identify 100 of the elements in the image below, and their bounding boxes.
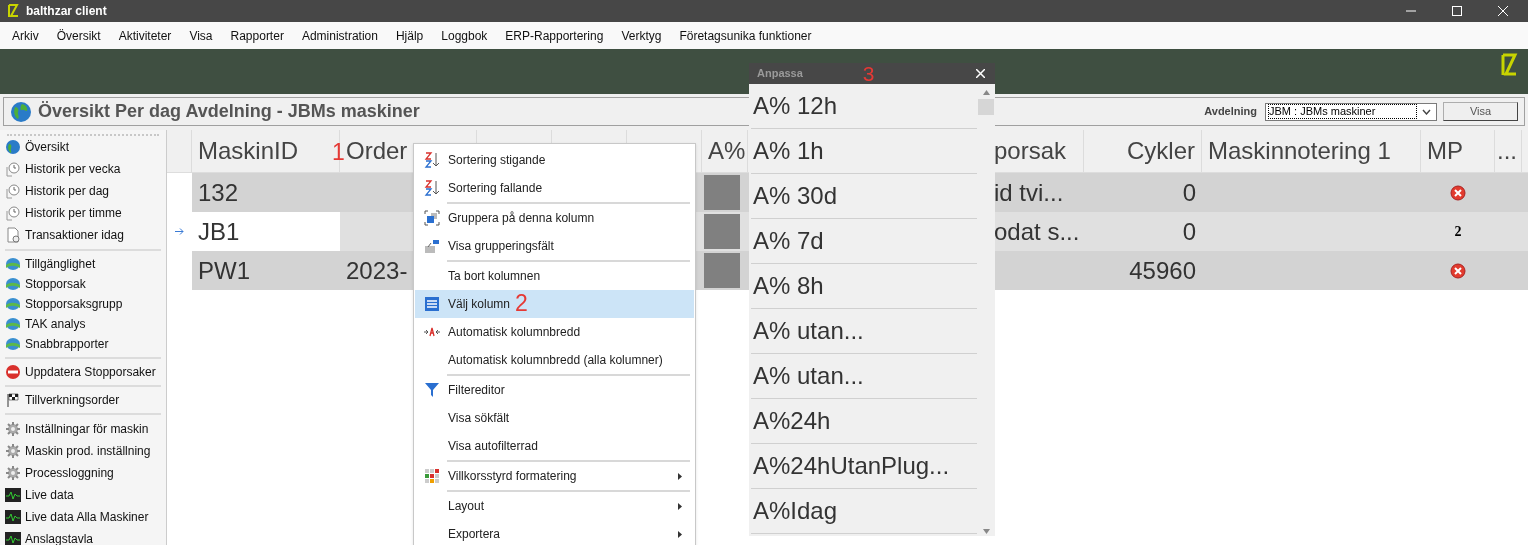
menu-item[interactable]: Ta bort kolumnen bbox=[415, 262, 694, 290]
menu-item[interactable]: Visa grupperingsfält bbox=[415, 232, 694, 260]
sidebar-item[interactable]: Maskin prod. inställning bbox=[25, 442, 151, 460]
sidebar-item[interactable]: Transaktioner idag bbox=[25, 226, 124, 244]
sidebar-item[interactable]: Tillgänglighet bbox=[25, 255, 96, 273]
globe-icon bbox=[5, 139, 21, 155]
column-chooser-item[interactable]: A% 1h bbox=[751, 129, 977, 174]
menu-item[interactable]: Automatisk kolumnbredd bbox=[415, 318, 694, 346]
sidebar-item[interactable]: Inställningar för maskin bbox=[25, 420, 149, 438]
maximize-icon[interactable] bbox=[1452, 6, 1462, 16]
menu-item[interactable]: Visa sökfält bbox=[415, 404, 694, 432]
show-button[interactable]: Visa bbox=[1443, 102, 1518, 121]
sidebar-item[interactable]: Historik per timme bbox=[25, 204, 122, 222]
column-header[interactable]: MaskinID bbox=[198, 133, 299, 169]
menu-item[interactable]: Villkorsstyrd formatering bbox=[415, 462, 694, 490]
column-header[interactable]: porsak bbox=[994, 133, 1067, 169]
level-block bbox=[704, 214, 740, 249]
menu-item[interactable]: Sortering stigande bbox=[415, 146, 694, 174]
table-cell-text: id tvi... bbox=[994, 177, 1064, 208]
level-block bbox=[704, 253, 740, 288]
menu-item[interactable]: Verktyg bbox=[621, 26, 662, 45]
column-chooser-item[interactable]: A% 7d bbox=[751, 219, 977, 264]
landscape-icon bbox=[5, 316, 21, 332]
table-cell-text: 2023- bbox=[346, 255, 408, 286]
close-icon[interactable] bbox=[976, 69, 985, 78]
menu-item[interactable]: Layout bbox=[415, 492, 694, 520]
sidebar-item[interactable]: Live data bbox=[25, 486, 74, 504]
column-header[interactable]: Cykler bbox=[1127, 133, 1195, 169]
app-logo-icon bbox=[1500, 53, 1518, 77]
menu-item[interactable]: Automatisk kolumnbredd (alla kolumner) bbox=[415, 346, 694, 374]
menu-item[interactable]: Aktiviteter bbox=[118, 26, 172, 45]
sidebar-item[interactable]: Historik per vecka bbox=[25, 160, 121, 178]
column-chooser-item[interactable]: A% utan... bbox=[751, 354, 977, 399]
column-chooser-item[interactable]: A%24h bbox=[751, 399, 977, 444]
menu-item[interactable]: Företagsunika funktioner bbox=[679, 26, 812, 45]
column-header[interactable]: MP bbox=[1427, 133, 1463, 169]
table-cell-text: JB1 bbox=[198, 216, 240, 247]
menu-item[interactable]: Administration bbox=[301, 26, 378, 45]
stop-sign-icon bbox=[5, 364, 21, 380]
menu-item[interactable]: Filtereditor bbox=[415, 376, 694, 404]
column-chooser-item[interactable]: A%24hUtanPlug... bbox=[751, 444, 977, 489]
sidebar-item[interactable]: Översikt bbox=[25, 138, 69, 156]
sidebar-item[interactable]: Stopporsaksgrupp bbox=[25, 295, 123, 313]
gear-icon bbox=[5, 421, 21, 437]
menu-item[interactable]: Visa autofilterrad bbox=[415, 432, 694, 460]
landscape-icon bbox=[5, 256, 21, 272]
sort-ascending-icon bbox=[423, 152, 440, 168]
column-chooser-item[interactable]: A% 30d bbox=[751, 174, 977, 219]
group-panel-icon bbox=[423, 238, 440, 254]
sidebar-item[interactable]: Historik per dag bbox=[25, 182, 110, 200]
column-chooser-item[interactable]: A% 8h bbox=[751, 264, 977, 309]
dropdown-caret-icon bbox=[1422, 108, 1431, 115]
sidebar-item[interactable]: Anslagstavla bbox=[25, 530, 94, 545]
table-cell-text: PW1 bbox=[198, 255, 250, 286]
level-block bbox=[704, 175, 740, 210]
column-chooser-item[interactable]: A% 12h bbox=[751, 84, 977, 129]
menu-item[interactable]: Rapporter bbox=[230, 26, 284, 45]
app-logo-icon bbox=[6, 4, 20, 18]
group-icon bbox=[423, 210, 440, 226]
sidebar-item[interactable]: Tillverkningsorder bbox=[25, 391, 120, 409]
menu-item[interactable]: ERP-Rapportering bbox=[505, 26, 604, 45]
scroll-down-icon[interactable] bbox=[982, 529, 990, 534]
clock-icon bbox=[5, 161, 21, 177]
close-icon[interactable] bbox=[1498, 6, 1508, 16]
column-chooser-item[interactable]: A% utan... bbox=[751, 309, 977, 354]
clock-icon bbox=[5, 205, 21, 221]
menu-item[interactable]: Visa bbox=[189, 26, 213, 45]
sidebar-item[interactable]: Uppdatera Stopporsaker bbox=[25, 363, 156, 381]
sidebar-item[interactable]: Stopporsak bbox=[25, 275, 86, 293]
landscape-icon bbox=[5, 296, 21, 312]
column-header[interactable]: ... bbox=[1497, 133, 1517, 169]
scroll-up-icon[interactable] bbox=[982, 90, 990, 95]
sidebar-item[interactable]: Live data Alla Maskiner bbox=[25, 508, 149, 526]
table-cell-text: odat s... bbox=[994, 216, 1080, 247]
menu-item[interactable]: Arkiv bbox=[12, 26, 39, 45]
annotation-number: 1 bbox=[332, 141, 345, 164]
column-header[interactable]: Order bbox=[346, 133, 408, 169]
row-pointer-icon bbox=[175, 228, 184, 235]
menu-item[interactable]: Översikt bbox=[56, 26, 101, 45]
menu-item[interactable]: Loggbok bbox=[441, 26, 488, 45]
table-cell-text: 2 bbox=[1454, 223, 1462, 241]
column-chooser-item[interactable]: A%Idag bbox=[751, 489, 977, 534]
sidebar-item[interactable]: Snabbrapporter bbox=[25, 335, 109, 353]
department-select[interactable]: JBM : JBMs maskiner bbox=[1265, 102, 1437, 121]
column-list-icon bbox=[423, 296, 440, 312]
column-header[interactable]: Maskinnotering 1 bbox=[1208, 133, 1391, 169]
menu-item[interactable]: Sortering fallande bbox=[415, 174, 694, 202]
scrollbar-thumb[interactable] bbox=[978, 99, 994, 115]
menu-item[interactable]: Hjälp bbox=[395, 26, 424, 45]
sidebar-item[interactable]: TAK analys bbox=[25, 315, 86, 333]
menu-item[interactable]: Exportera bbox=[415, 520, 694, 545]
table-cell-text: 132 bbox=[198, 177, 239, 208]
monitor-icon bbox=[5, 509, 21, 525]
window-title: balthzar client bbox=[26, 3, 107, 20]
column-header[interactable]: A% bbox=[708, 133, 746, 169]
landscape-icon bbox=[5, 336, 21, 352]
menu-item[interactable]: Gruppera på denna kolumn bbox=[415, 204, 694, 232]
monitor-icon bbox=[5, 531, 21, 545]
sidebar-item[interactable]: Processloggning bbox=[25, 464, 114, 482]
annotation-number: 2 bbox=[515, 292, 528, 315]
